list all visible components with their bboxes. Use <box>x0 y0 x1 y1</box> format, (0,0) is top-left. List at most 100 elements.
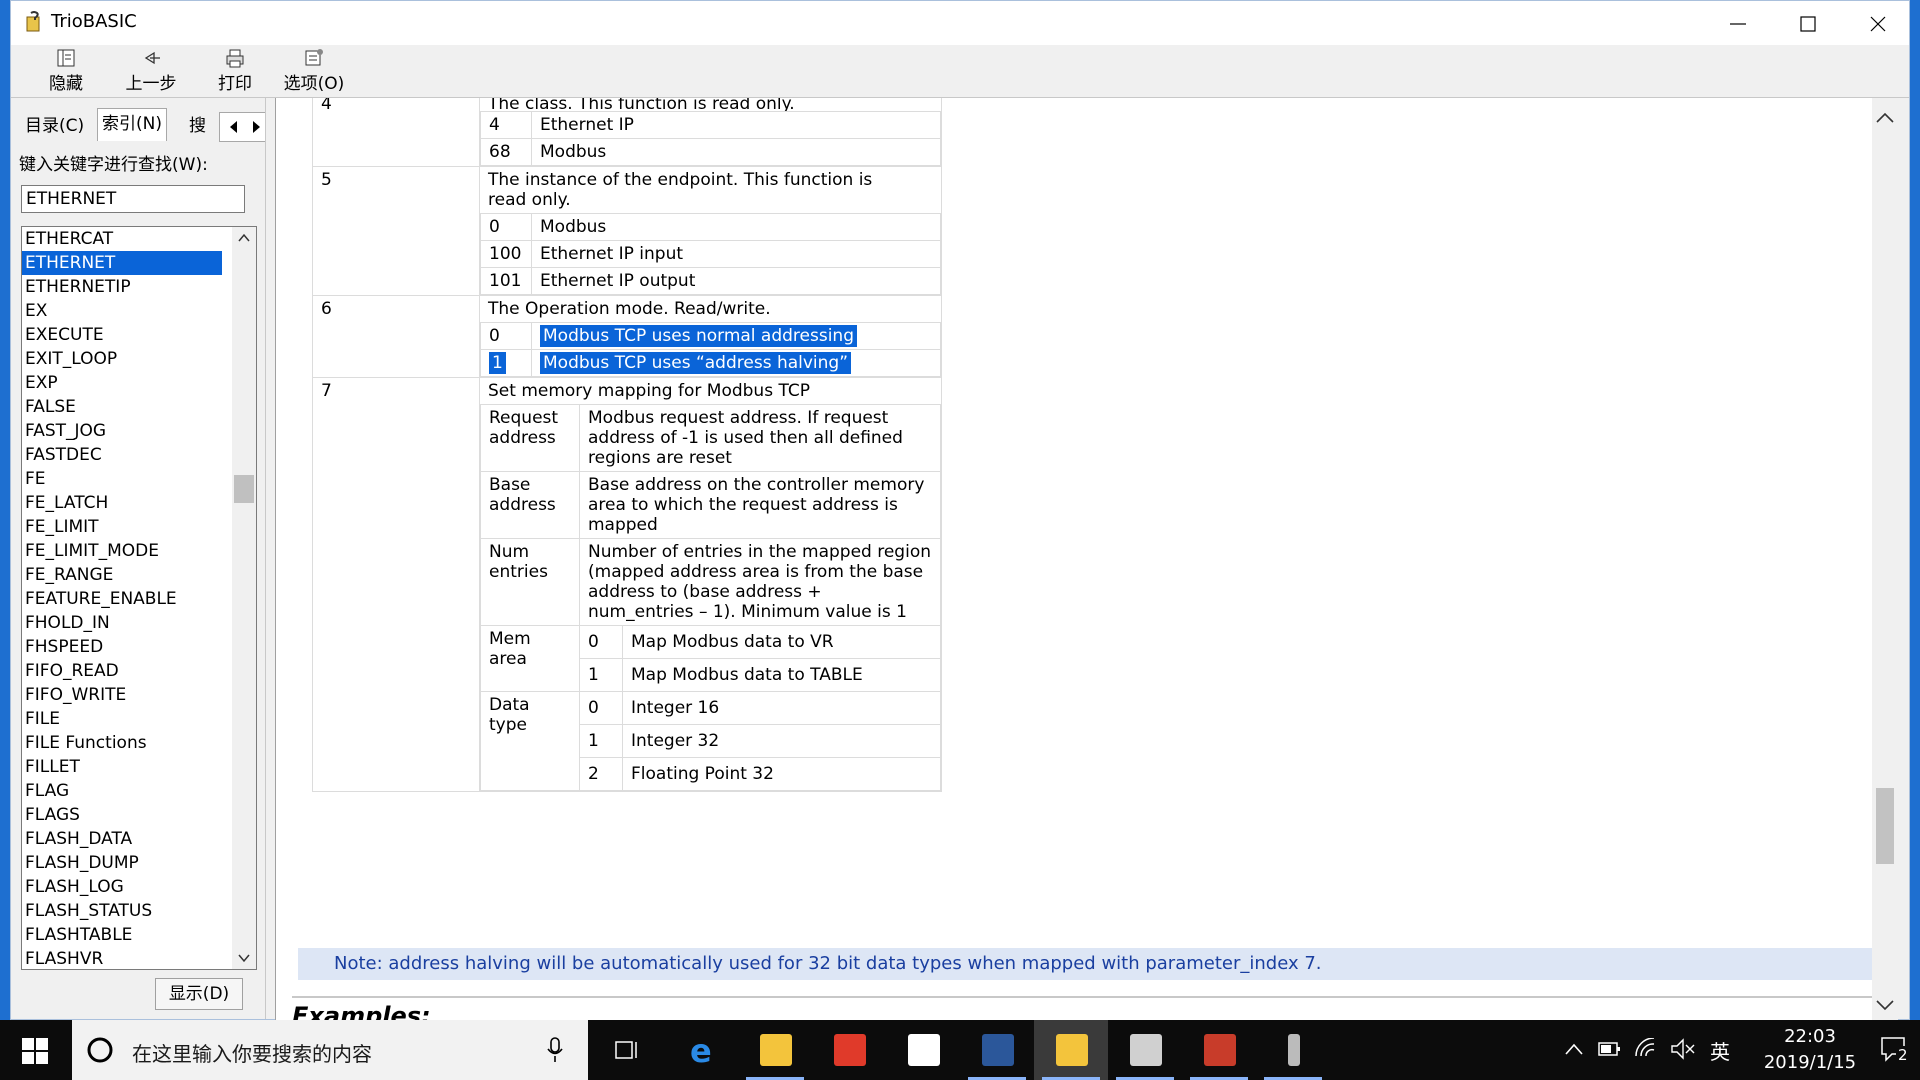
maximize-button[interactable] <box>1773 1 1843 45</box>
value-meaning: Modbus <box>531 138 941 166</box>
content-scroll-thumb[interactable] <box>1876 788 1894 864</box>
keyword-list-item[interactable]: FLASHVR <box>22 947 222 969</box>
hide-button[interactable]: 隐藏 <box>33 47 99 95</box>
keyword-list-item[interactable]: FLAG <box>22 779 222 803</box>
scroll-down-icon[interactable] <box>1876 999 1894 1011</box>
param-index: 5 <box>312 166 480 296</box>
value-meaning: Modbus <box>531 213 941 241</box>
keyword-list[interactable]: ETHERCAT ETHERNET ETHERNETIP EX EXECUTE EXIT_… <box>21 226 257 970</box>
keyword-list-item[interactable]: FLASHTABLE <box>22 923 222 947</box>
tab-index[interactable]: 索引(N) <box>97 108 167 141</box>
selected-text[interactable]: Modbus TCP uses “address halving” <box>540 352 852 374</box>
keyword-list-item[interactable]: EXIT_LOOP <box>22 347 222 371</box>
tab-contents[interactable]: 目录(C) <box>21 112 88 140</box>
taskbar-app-calculator[interactable] <box>1108 1020 1182 1080</box>
field-label: Base address <box>480 471 580 539</box>
cortana-icon <box>87 1037 113 1063</box>
options-button[interactable]: 选项(O) <box>279 47 349 95</box>
value-code: 4 <box>480 111 532 139</box>
action-center-button[interactable]: 2 <box>1878 1034 1912 1066</box>
keyword-list-item[interactable]: FE_LATCH <box>22 491 222 515</box>
volume-muted-icon[interactable] <box>1670 1038 1696 1060</box>
keyword-search-input[interactable] <box>21 185 245 213</box>
minimize-button[interactable] <box>1703 1 1773 45</box>
keyword-list-item[interactable]: FLASH_DATA <box>22 827 222 851</box>
close-button[interactable] <box>1843 1 1913 45</box>
keyword-list-item[interactable]: FLASH_STATUS <box>22 899 222 923</box>
keyword-list-item[interactable]: FE <box>22 467 222 491</box>
table-row: 4 Ethernet IP <box>480 111 941 139</box>
keyword-list-item[interactable]: FLASH_LOG <box>22 875 222 899</box>
scroll-up-icon[interactable] <box>1876 112 1894 124</box>
field-label: Mem area <box>480 625 580 692</box>
tab-scroll-buttons <box>219 112 271 142</box>
keyword-list-item[interactable]: FILE <box>22 707 222 731</box>
system-tray: 英 22:03 2019/1/15 2 <box>1560 1020 1920 1080</box>
keyword-list-item[interactable]: FE_RANGE <box>22 563 222 587</box>
display-button[interactable]: 显示(D) <box>155 978 243 1010</box>
keyword-list-item[interactable]: ETHERNETIP <box>22 275 222 299</box>
back-button[interactable]: 上一步 <box>111 47 191 95</box>
taskbar-app-word[interactable] <box>960 1020 1034 1080</box>
keyword-list-item[interactable]: FLAGS <box>22 803 222 827</box>
keyword-list-scrollbar[interactable] <box>232 227 256 969</box>
selected-text[interactable]: Modbus TCP uses normal addressing <box>540 325 857 347</box>
keyword-list-item[interactable]: ETHERNET <box>22 251 222 275</box>
param-index: 4 <box>312 98 480 167</box>
value-meaning-cell: Modbus TCP uses normal addressing <box>531 322 941 350</box>
keyword-list-item[interactable]: EX <box>22 299 222 323</box>
tab-scroll-right-icon[interactable] <box>250 120 262 134</box>
taskbar-app-feishu[interactable] <box>886 1020 960 1080</box>
task-view-button[interactable] <box>590 1020 664 1080</box>
field-label: Request address <box>480 404 580 472</box>
value-code: 0 <box>579 625 623 659</box>
taskbar-search-box[interactable]: 在这里输入你要搜索的内容 <box>72 1020 588 1080</box>
keyword-list-item[interactable]: FASTDEC <box>22 443 222 467</box>
chevron-up-icon[interactable] <box>1564 1042 1584 1056</box>
selected-text[interactable]: 1 <box>489 352 506 374</box>
keyword-list-item[interactable]: FE_LIMIT_MODE <box>22 539 222 563</box>
keyword-list-item[interactable]: FIFO_READ <box>22 659 222 683</box>
wifi-icon[interactable] <box>1634 1038 1658 1060</box>
content-scrollbar[interactable] <box>1872 98 1898 1021</box>
taskbar-app-help[interactable] <box>1034 1020 1108 1080</box>
keyword-list-scroll-thumb[interactable] <box>234 475 254 503</box>
taskbar-app-youdao[interactable] <box>812 1020 886 1080</box>
print-button[interactable]: 打印 <box>205 47 265 95</box>
keyword-list-item[interactable]: FLASH_DUMP <box>22 851 222 875</box>
keyword-list-item[interactable]: FALSE <box>22 395 222 419</box>
start-button[interactable] <box>0 1020 70 1080</box>
topic-content: 4 The class. This function is read only.… <box>275 98 1898 1021</box>
keyword-list-item[interactable]: EXECUTE <box>22 323 222 347</box>
keyword-list-item[interactable]: FAST_JOG <box>22 419 222 443</box>
taskbar-app-edge[interactable]: e <box>664 1020 738 1080</box>
input-method-indicator[interactable]: 英 <box>1710 1036 1730 1065</box>
param-description: The Operation mode. Read/write. <box>488 299 771 319</box>
battery-icon[interactable] <box>1598 1040 1622 1058</box>
table-row: 1 Modbus TCP uses “address halving” <box>480 349 941 377</box>
keyword-list-item[interactable]: FHSPEED <box>22 635 222 659</box>
keyword-list-item[interactable]: FILLET <box>22 755 222 779</box>
tab-search[interactable]: 搜 <box>185 112 210 140</box>
table-row: 0 Modbus <box>480 213 941 241</box>
messenger-app-icon <box>908 1034 940 1066</box>
value-meaning: Floating Point 32 <box>622 757 941 791</box>
taskbar-app-motion-perfect[interactable] <box>1182 1020 1256 1080</box>
keyword-list-item[interactable]: FEATURE_ENABLE <box>22 587 222 611</box>
keyword-list-item[interactable]: EXP <box>22 371 222 395</box>
keyword-list-item[interactable]: FE_LIMIT <box>22 515 222 539</box>
field-description: Modbus request address. If request addre… <box>579 404 941 472</box>
table-row: Mem area 0 Map Modbus data to VR <box>480 625 941 692</box>
scroll-down-icon[interactable] <box>238 953 250 963</box>
microphone-icon[interactable] <box>546 1036 564 1064</box>
help-window: TrioBASIC 隐藏 上一步 打印 选项(O) 目录(C) 索引(N) 搜 … <box>10 0 1913 1021</box>
keyword-list-item[interactable]: FIFO_WRITE <box>22 683 222 707</box>
keyword-list-item[interactable]: FHOLD_IN <box>22 611 222 635</box>
keyword-list-item[interactable]: FILE Functions <box>22 731 222 755</box>
param-index: 7 <box>312 377 480 792</box>
keyword-list-item[interactable]: ETHERCAT <box>22 227 222 251</box>
scroll-up-icon[interactable] <box>238 233 250 243</box>
tab-scroll-left-icon[interactable] <box>228 120 240 134</box>
taskbar-app-explorer[interactable] <box>738 1020 812 1080</box>
taskbar-app-device[interactable] <box>1256 1020 1330 1080</box>
